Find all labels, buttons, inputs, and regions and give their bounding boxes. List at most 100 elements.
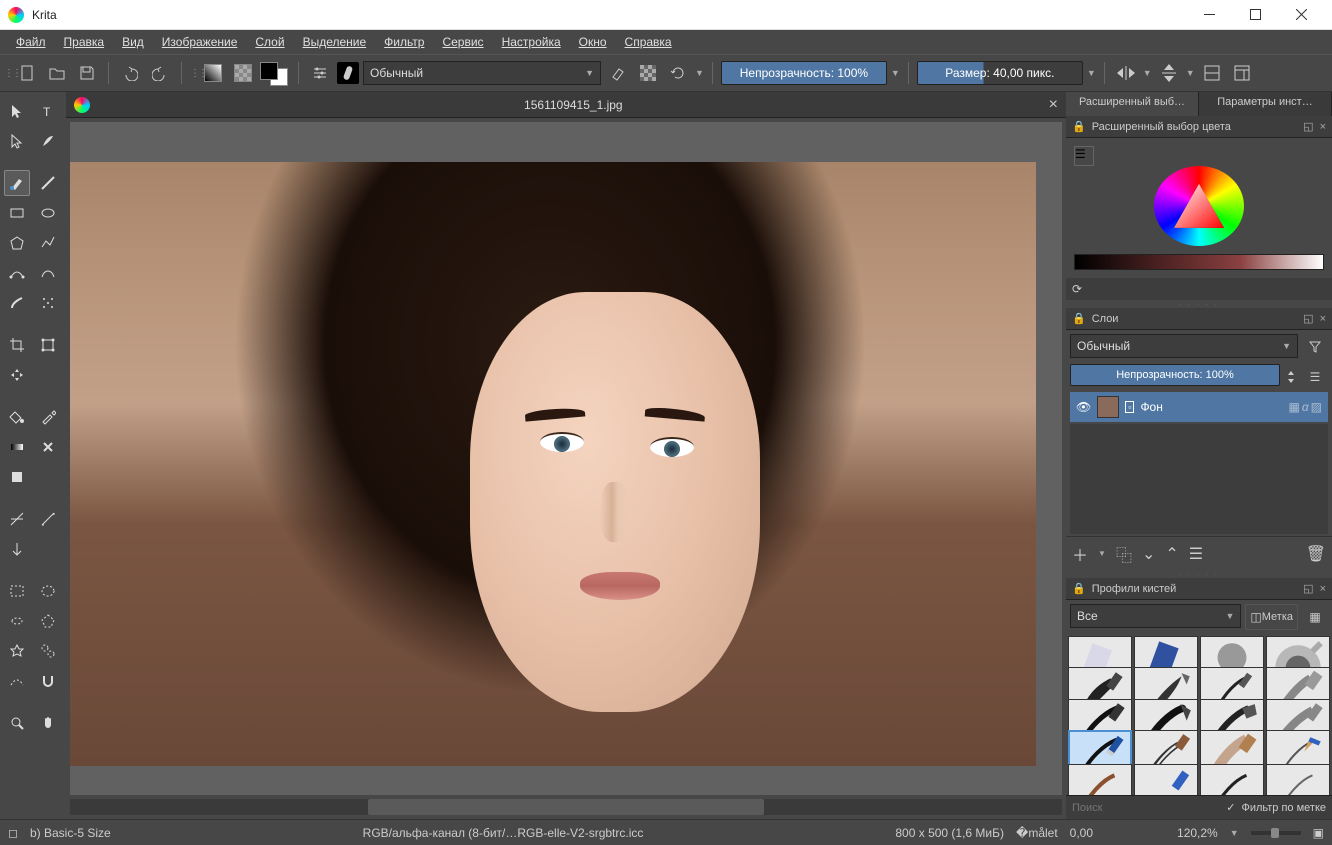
smart-fill-tool[interactable] [4,464,30,490]
text-tool[interactable]: T [35,98,61,124]
duplicate-layer-button[interactable]: ⿻ [1116,542,1132,566]
opacity-slider[interactable]: Непрозрачность: 100% [721,61,887,85]
undo-button[interactable] [117,60,143,86]
move-layer-up-button[interactable]: ⌃ [1165,544,1178,564]
zoom-dropdown[interactable]: ▼ [1230,828,1239,838]
layer-options-button[interactable]: ☰ [1302,364,1328,390]
multibrush-tool[interactable] [35,290,61,316]
brush-preset-17[interactable] [1068,764,1132,795]
layer-alpha-icon[interactable]: α [1302,400,1309,414]
window-minimize-button[interactable] [1186,0,1232,30]
crop-tool[interactable] [4,332,30,358]
rect-select-tool[interactable] [4,578,30,604]
brush-preset-20[interactable] [1266,764,1330,795]
zoom-tool[interactable] [4,710,30,736]
layer-item[interactable]: 👁 ▫ Фон ▦ α ▨ [1070,392,1328,422]
move-tool[interactable] [4,98,30,124]
layer-filter-button[interactable] [1302,334,1328,360]
ellipse-tool[interactable] [35,200,61,226]
size-slider[interactable]: Размер: 40,00 пикс. [917,61,1083,85]
pattern-edit-tool[interactable] [35,434,61,460]
dynamic-brush-tool[interactable] [4,290,30,316]
layer-lock-icon[interactable]: ▨ [1311,400,1322,414]
filter-by-tag-label[interactable]: Фильтр по метке [1241,802,1326,814]
window-maximize-button[interactable] [1232,0,1278,30]
gradient-tool[interactable] [4,434,30,460]
close-docker-button[interactable]: × [1320,313,1326,325]
bezier-tool[interactable] [4,260,30,286]
docker-splitter[interactable]: · · · · · [1066,570,1332,578]
wrap-mode-button[interactable] [1199,60,1225,86]
freehand-select-tool[interactable] [4,608,30,634]
color-wheel[interactable] [1154,166,1244,246]
zoom-slider[interactable] [1251,831,1301,835]
close-docker-button[interactable]: × [1320,583,1326,595]
docker-splitter[interactable]: · · · · · [1066,300,1332,308]
delete-layer-button[interactable]: 🗑 [1306,544,1326,564]
horizontal-scrollbar[interactable] [70,799,1062,815]
color-value-bar[interactable] [1074,254,1324,270]
color-config-button[interactable]: ☰ [1074,146,1094,166]
fit-page-button[interactable]: ▣ [1313,826,1324,840]
polygon-select-tool[interactable] [35,608,61,634]
brush-search-input[interactable] [1072,802,1220,814]
opacity-spinner[interactable] [1284,364,1298,390]
menu-help[interactable]: Справка [617,33,680,51]
layer-blend-combo[interactable]: Обычный▼ [1070,334,1298,358]
menu-settings[interactable]: Настройка [494,33,569,51]
brush-preset-18[interactable] [1134,764,1198,795]
bezier-select-tool[interactable] [4,668,30,694]
open-file-button[interactable] [44,60,70,86]
freehand-brush-tool[interactable] [4,170,30,196]
rectangle-tool[interactable] [4,200,30,226]
polygon-tool[interactable] [4,230,30,256]
move-layer-tool[interactable] [4,362,30,388]
menu-select[interactable]: Выделение [295,33,375,51]
blend-mode-combo[interactable]: Обычный▼ [363,61,601,85]
menu-window[interactable]: Окно [571,33,615,51]
redo-button[interactable] [147,60,173,86]
canvas[interactable] [70,122,1062,795]
float-docker-button[interactable]: ◱ [1303,312,1313,325]
transform-tool[interactable] [35,332,61,358]
new-file-button[interactable] [14,60,40,86]
menu-file[interactable]: Файл [8,33,54,51]
window-close-button[interactable] [1278,0,1324,30]
gradient-button[interactable] [200,60,226,86]
similar-select-tool[interactable] [35,638,61,664]
menu-tools[interactable]: Сервис [434,33,491,51]
layer-properties-button[interactable]: ☰ [1189,544,1203,564]
move-layer-down-button[interactable]: ⌄ [1142,544,1155,564]
alpha-lock-button[interactable] [635,60,661,86]
fill-tool[interactable] [4,404,30,430]
workspace-button[interactable] [1229,60,1255,86]
pattern-button[interactable] [230,60,256,86]
reload-preset-button[interactable] [665,60,691,86]
float-docker-button[interactable]: ◱ [1303,120,1313,133]
layer-opacity-slider[interactable]: Непрозрачность: 100% [1070,364,1280,386]
status-rotation-reset[interactable]: �målet [1016,826,1058,840]
mirror-horizontal-button[interactable] [1113,60,1139,86]
freehand-path-tool[interactable] [35,260,61,286]
toolbar-grip-icon[interactable]: ⋮⋮ [4,68,10,79]
close-document-button[interactable]: × [1049,96,1058,114]
brush-preview[interactable] [337,62,359,84]
menu-filter[interactable]: Фильтр [376,33,432,51]
line-tool[interactable] [35,170,61,196]
toolbar-grip-icon[interactable]: ⋮⋮ [190,68,196,79]
docker-tab-tool-options[interactable]: Параметры инст… [1199,92,1332,116]
measure-tool[interactable] [35,506,61,532]
color-swatch[interactable] [260,62,290,84]
layer-props-icon[interactable]: ▦ [1288,400,1299,414]
menu-edit[interactable]: Правка [56,33,113,51]
brush-settings-button[interactable] [307,60,333,86]
pan-tool[interactable] [35,710,61,736]
float-docker-button[interactable]: ◱ [1303,582,1313,595]
visibility-icon[interactable]: 👁 [1076,400,1091,414]
brush-preset-19[interactable] [1200,764,1264,795]
save-file-button[interactable] [74,60,100,86]
ellipse-select-tool[interactable] [35,578,61,604]
assistant-tool[interactable] [4,506,30,532]
mirror-vertical-button[interactable] [1156,60,1182,86]
reference-tool[interactable] [4,536,30,562]
